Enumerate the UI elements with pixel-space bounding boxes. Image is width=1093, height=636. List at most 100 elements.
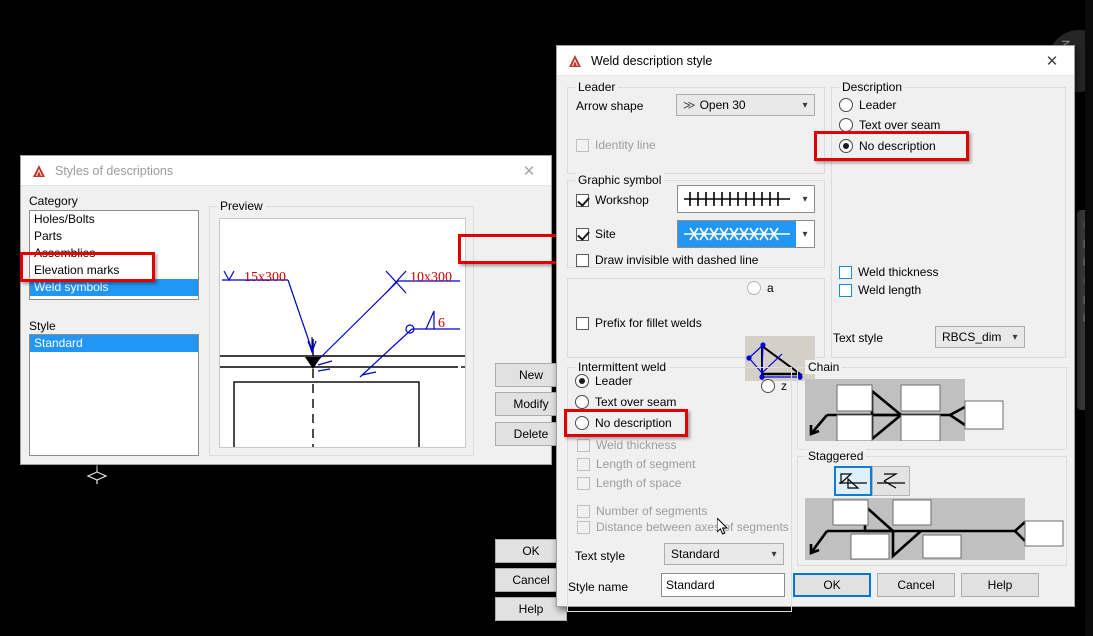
intermittent-distance-between-axes-row[interactable]: Distance between axes of segments [577,520,789,534]
draw-invisible-dashed-checkbox[interactable] [576,253,589,267]
intermittent-length-of-segment-row[interactable]: Length of segment [577,457,695,471]
workshop-label: Workshop [595,193,649,207]
style-name-value: Standard [666,578,715,592]
workshop-symbol-preview [678,190,796,208]
intermittent-number-of-segments-row[interactable]: Number of segments [577,504,707,518]
intermittent-text-over-seam-radio[interactable] [575,395,589,409]
workshop-symbol-combo[interactable]: ▾ [677,185,815,213]
chevron-down-icon[interactable]: ▾ [796,100,814,111]
style-name-label: Style name [568,580,629,594]
chevron-down-icon[interactable]: ▾ [796,229,814,240]
identity-line-checkbox-row[interactable]: Identity line [576,138,656,152]
intermittent-leader-radio[interactable] [575,374,589,388]
fillet-option-a-radio[interactable] [747,281,761,295]
weld-dialog-title: Weld description style [591,53,713,68]
description-text-style-combo[interactable]: RBCS_dim ▾ [935,326,1025,348]
annotation-modify-highlight [458,234,563,264]
preview-annotation-right: 10x300 [410,270,452,285]
intermittent-weld-thickness-row[interactable]: Weld thickness [577,438,676,452]
staggered-style-2-tile[interactable] [872,466,910,496]
chevron-down-icon[interactable]: ▾ [765,549,783,560]
description-weld-length-checkbox[interactable] [839,283,852,297]
description-option-text-over-seam[interactable]: Text over seam [839,118,940,132]
description-group-label: Description [839,80,906,94]
description-weld-length-label: Weld length [858,283,922,297]
intermittent-number-of-segments-checkbox[interactable] [577,504,590,518]
prefix-fillet-welds-checkbox[interactable] [576,316,589,330]
chain-group-label: Chain [805,360,843,374]
staggered-weld-diagram-svg [805,498,1064,560]
category-item-holes-bolts[interactable]: Holes/Bolts [30,211,198,228]
styles-of-descriptions-dialog[interactable]: Styles of descriptions ✕ Category Holes/… [20,155,567,621]
cross-chain-line-icon [684,227,790,241]
weld-description-style-dialog[interactable]: Weld description style ✕ Leader Arrow sh… [556,45,1075,612]
intermittent-text-style-label: Text style [575,549,626,563]
description-weld-thickness-label: Weld thickness [858,265,939,279]
arrow-shape-label: Arrow shape [576,99,644,113]
identity-line-checkbox[interactable] [576,138,589,152]
description-weld-thickness-checkbox[interactable] [839,265,852,279]
annotation-weld-symbols-highlight [20,252,155,282]
intermittent-distance-between-axes-checkbox[interactable] [577,520,590,534]
description-leader-radio[interactable] [839,98,853,112]
intermittent-weld-thickness-checkbox[interactable] [577,438,590,452]
staggered-style-1-tile[interactable] [834,466,872,496]
weld-dialog-titlebar[interactable]: Weld description style ✕ [557,46,1074,76]
draw-invisible-dashed-row[interactable]: Draw invisible with dashed line [576,253,758,267]
intermittent-option-text-over-seam[interactable]: Text over seam [575,395,676,409]
description-text-style-value: RBCS_dim [942,330,1002,344]
weld-ok-button[interactable]: OK [793,573,871,597]
weld-help-button[interactable]: Help [961,573,1039,597]
identity-line-label: Identity line [595,138,656,152]
description-weld-length-row[interactable]: Weld length [839,283,921,297]
annotation-description-no-description-highlight [814,131,969,161]
intermittent-length-of-space-row[interactable]: Length of space [577,476,681,490]
category-label: Category [29,194,78,208]
chevron-down-icon[interactable]: ▾ [796,194,814,205]
site-symbol-combo[interactable]: ▾ [677,220,815,248]
intermittent-weld-group-label: Intermittent weld [575,360,670,374]
intermittent-length-of-segment-label: Length of segment [596,457,696,471]
prefix-fillet-welds-label: Prefix for fillet welds [595,316,702,330]
description-weld-thickness-row[interactable]: Weld thickness [839,265,938,279]
styles-dialog-titlebar[interactable]: Styles of descriptions ✕ [21,156,551,186]
intermittent-text-style-combo[interactable]: Standard ▾ [664,543,784,565]
intermittent-weld-thickness-label: Weld thickness [596,438,677,452]
workshop-checkbox[interactable] [576,193,589,207]
intermittent-distance-between-axes-label: Distance between axes of segments [596,520,789,534]
arrow-shape-combo[interactable]: ≫ Open 30 ▾ [676,94,815,116]
description-option-leader[interactable]: Leader [839,98,896,112]
description-text-over-seam-radio[interactable] [839,118,853,132]
arrow-shape-glyph: ≫ [683,98,696,112]
autocad-app-icon [569,54,581,67]
category-item-parts[interactable]: Parts [30,228,198,245]
fillet-option-a-row[interactable]: a [747,281,774,295]
draw-invisible-dashed-label: Draw invisible with dashed line [595,253,759,267]
intermittent-text-over-seam-label: Text over seam [595,395,677,409]
site-checkbox[interactable] [576,227,589,241]
style-listbox[interactable]: Standard [29,334,199,456]
site-checkbox-row[interactable]: Site [576,227,616,241]
chain-weld-diagram [805,379,1065,442]
site-label: Site [595,227,616,241]
close-icon[interactable]: ✕ [1030,46,1074,76]
description-text-over-seam-label: Text over seam [859,118,941,132]
weld-cancel-button[interactable]: Cancel [877,573,955,597]
mouse-cursor [717,518,729,535]
chevron-down-icon[interactable]: ▾ [1006,332,1024,343]
intermittent-length-of-space-checkbox[interactable] [577,476,590,490]
canvas-scrollbar[interactable] [1085,0,1093,636]
leader-group-label: Leader [575,80,619,94]
close-icon[interactable]: ✕ [507,156,551,186]
category-item-wireframe-axes[interactable]: Wireframe axes [30,296,198,299]
intermittent-length-of-segment-checkbox[interactable] [577,457,590,471]
style-item-standard[interactable]: Standard [30,335,198,352]
style-name-input[interactable]: Standard [661,573,785,597]
workshop-checkbox-row[interactable]: Workshop [576,193,649,207]
staggered-style-1-icon [839,473,867,489]
arrow-shape-value: Open 30 [699,98,746,112]
intermittent-option-leader[interactable]: Leader [575,374,632,388]
weld-symbol-preview-drawing: 15x300 10x300 6 [220,270,465,447]
staggered-style-tiles[interactable] [834,466,910,496]
prefix-fillet-welds-row[interactable]: Prefix for fillet welds [576,316,702,330]
